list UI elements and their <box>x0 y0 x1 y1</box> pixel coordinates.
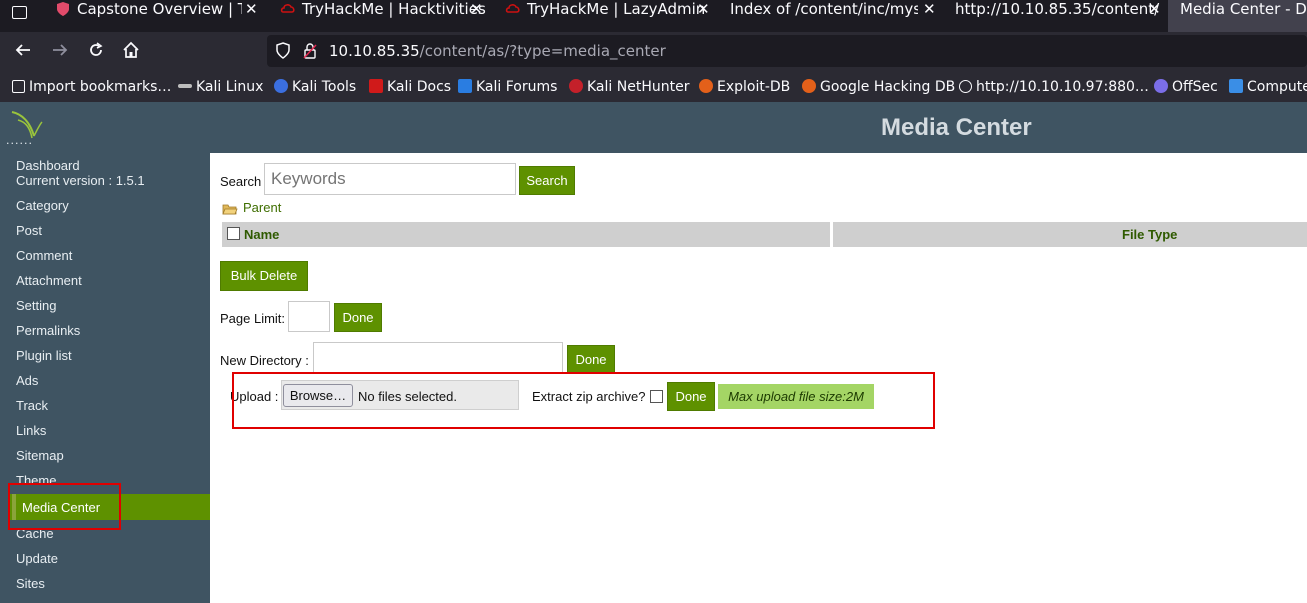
tab-list-icon[interactable] <box>12 6 27 19</box>
page-title: Media Center <box>881 114 1032 141</box>
bookmark-10-10-10-97[interactable]: http://10.10.10.97:880… <box>959 77 1149 97</box>
tab-index-mysql[interactable]: Index of /content/inc/mysql_ ✕ <box>730 0 940 32</box>
kali-forums-icon <box>458 79 472 93</box>
new-directory-label: New Directory : <box>220 353 309 368</box>
tab-media-center[interactable]: Media Center - Dash <box>1168 0 1307 32</box>
insecure-lock-icon[interactable] <box>302 42 318 64</box>
version-text: Current version : 1.5.1 <box>16 173 145 188</box>
bookmark-nethunter[interactable]: Kali NetHunter <box>569 77 689 97</box>
kali-tools-icon <box>274 79 288 93</box>
url-path: /content/as/?type=media_center <box>419 42 666 60</box>
bookmark-import[interactable]: Import bookmarks… <box>12 77 171 97</box>
tab-lazyadmin[interactable]: TryHackMe | LazyAdmin ✕ <box>505 0 715 32</box>
compute-icon <box>1229 79 1243 93</box>
forward-icon[interactable] <box>51 41 69 63</box>
nethunter-icon <box>569 79 583 93</box>
bookmark-offsec[interactable]: OffSec <box>1154 77 1218 97</box>
offsec-icon <box>1154 79 1168 93</box>
select-all-checkbox[interactable] <box>227 227 240 240</box>
sidebar-item-attachment[interactable]: Attachment <box>16 273 82 288</box>
tab-hacktivities[interactable]: TryHackMe | Hacktivities ✕ <box>280 0 490 32</box>
sidebar-item-dashboard[interactable]: Dashboard <box>16 158 80 173</box>
sidebar-item-sites[interactable]: Sites <box>16 576 45 591</box>
exploitdb-icon <box>699 79 713 93</box>
sidebar-item-ads[interactable]: Ads <box>16 373 38 388</box>
close-tab-icon[interactable]: ✕ <box>1148 0 1161 19</box>
bookmark-kali-forums[interactable]: Kali Forums <box>458 77 557 97</box>
parent-link[interactable]: Parent <box>243 200 281 215</box>
new-directory-input[interactable] <box>313 342 563 373</box>
kali-docs-icon <box>369 79 383 93</box>
sidebar-item-update[interactable]: Update <box>16 551 58 566</box>
folder-icon <box>222 201 238 220</box>
sidebar-item-sitemap[interactable]: Sitemap <box>16 448 64 463</box>
bookmark-compute[interactable]: Compute <box>1229 77 1307 97</box>
url-host: 10.10.85.35 <box>329 42 420 60</box>
tracking-shield-icon[interactable] <box>275 42 291 64</box>
search-input[interactable] <box>264 163 516 195</box>
bookmark-exploit-db[interactable]: Exploit-DB <box>699 77 790 97</box>
kali-icon <box>178 84 192 88</box>
home-icon[interactable] <box>122 41 140 63</box>
bookmark-ghdb[interactable]: Google Hacking DB <box>802 77 955 97</box>
tab-content[interactable]: http://10.10.85.35/content/ ✕ <box>955 0 1165 32</box>
sidebar-item-post[interactable]: Post <box>16 223 42 238</box>
tryhackme-icon <box>280 1 296 17</box>
column-file-type[interactable]: File Type <box>1122 227 1177 242</box>
search-label: Search <box>220 174 262 189</box>
close-tab-icon[interactable]: ✕ <box>470 0 483 19</box>
page-limit-done-button[interactable]: Done <box>334 303 382 332</box>
media-center-highlight-box <box>8 483 121 530</box>
tab-bar: Capstone Overview | TCM ✕ TryHackMe | Ha… <box>0 0 1307 32</box>
sidebar-item-category[interactable]: Category <box>16 198 69 213</box>
url-text[interactable]: 10.10.85.35/content/as/?type=media_cente… <box>329 42 666 60</box>
import-icon <box>12 80 25 93</box>
upload-highlight-box <box>232 372 935 429</box>
sidebar-item-track[interactable]: Track <box>16 398 48 413</box>
sidebar-item-setting[interactable]: Setting <box>16 298 56 313</box>
page-limit-input[interactable] <box>288 301 330 332</box>
sidebar-item-comment[interactable]: Comment <box>16 248 72 263</box>
close-tab-icon[interactable]: ✕ <box>697 0 710 19</box>
bulk-delete-button[interactable]: Bulk Delete <box>220 261 308 291</box>
column-name[interactable]: Name <box>244 227 279 242</box>
sidebar-item-links[interactable]: Links <box>16 423 46 438</box>
search-button[interactable]: Search <box>519 166 575 195</box>
close-tab-icon[interactable]: ✕ <box>923 0 936 19</box>
sidebar-item-plugin-list[interactable]: Plugin list <box>16 348 72 363</box>
tryhackme-icon <box>505 1 521 17</box>
globe-icon <box>959 80 972 93</box>
logo-dots: ...... <box>6 134 33 147</box>
bookmark-kali-tools[interactable]: Kali Tools <box>274 77 356 97</box>
shield-icon <box>55 1 71 17</box>
ghdb-icon <box>802 79 816 93</box>
bookmark-kali-linux[interactable]: Kali Linux <box>178 77 263 97</box>
bookmark-kali-docs[interactable]: Kali Docs <box>369 77 451 97</box>
back-icon[interactable] <box>14 41 32 63</box>
page-limit-label: Page Limit: <box>220 311 286 326</box>
new-directory-done-button[interactable]: Done <box>567 345 615 374</box>
header-divider <box>830 222 833 247</box>
tab-capstone[interactable]: Capstone Overview | TCM ✕ <box>55 0 265 32</box>
close-tab-icon[interactable]: ✕ <box>245 0 258 19</box>
sidebar-item-permalinks[interactable]: Permalinks <box>16 323 80 338</box>
reload-icon[interactable] <box>87 41 105 63</box>
